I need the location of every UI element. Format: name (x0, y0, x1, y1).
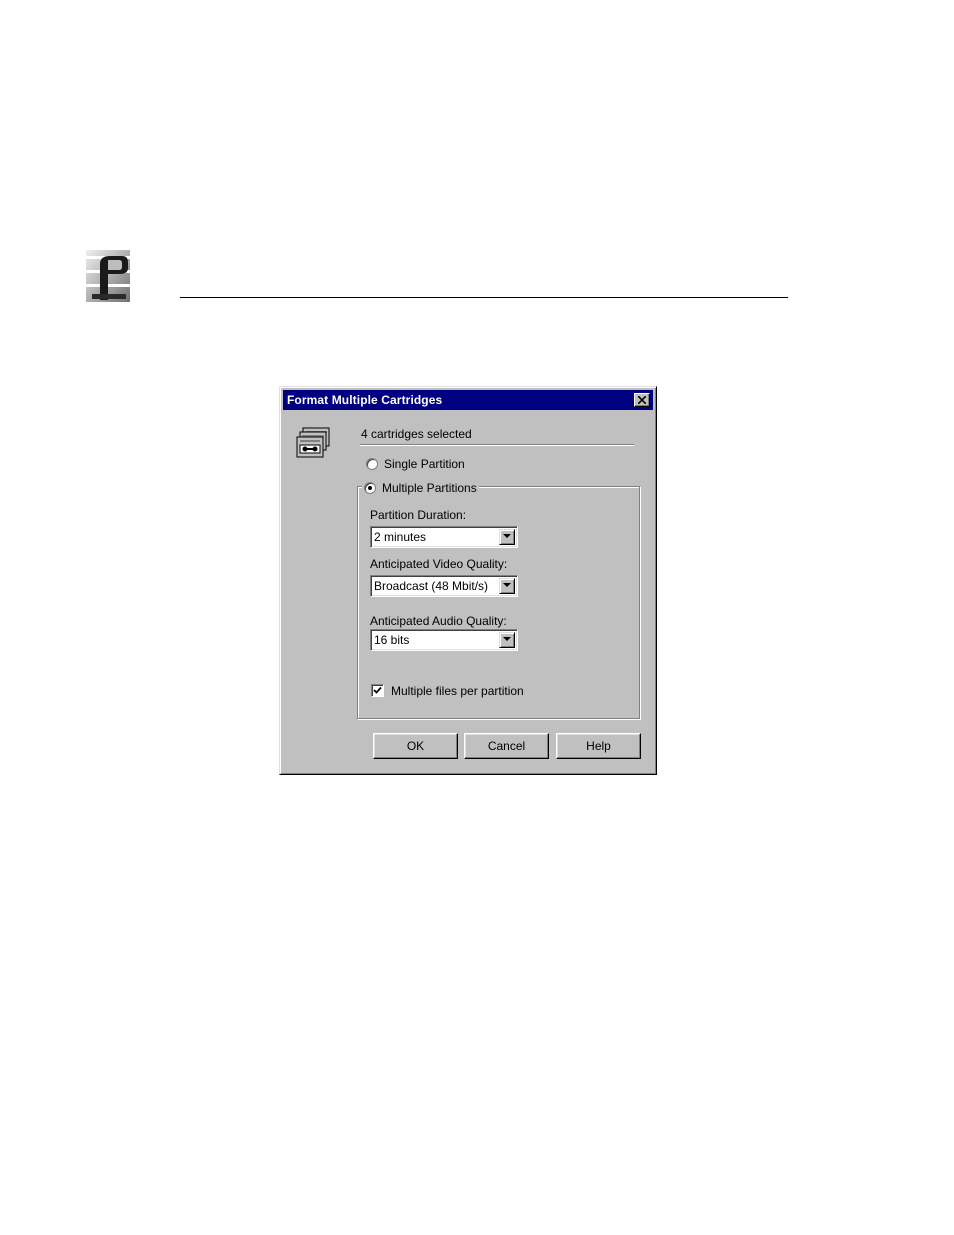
partition-duration-dropdown[interactable]: 2 minutes (370, 526, 518, 548)
multiple-files-checkbox[interactable] (371, 684, 384, 697)
cartridges-icon (296, 427, 330, 458)
video-quality-label: Anticipated Video Quality: (370, 557, 508, 571)
multiple-partitions-radio[interactable] (364, 481, 376, 494)
ok-button[interactable]: OK (373, 733, 458, 759)
dropdown-arrow-button[interactable] (499, 632, 515, 648)
single-partition-radio[interactable] (366, 458, 378, 470)
partition-duration-value: 2 minutes (374, 530, 427, 544)
title-bar[interactable]: Format Multiple Cartridges (283, 390, 653, 410)
dialog-title: Format Multiple Cartridges (287, 393, 443, 407)
video-quality-value: Broadcast (48 Mbit/s) (374, 579, 489, 593)
single-partition-label[interactable]: Single Partition (384, 457, 465, 471)
close-button[interactable] (634, 393, 650, 407)
header-rule (180, 297, 788, 298)
partition-duration-label: Partition Duration: (370, 508, 467, 522)
checkmark-icon (373, 686, 382, 694)
audio-quality-dropdown[interactable]: 16 bits (370, 629, 518, 651)
separator (360, 444, 634, 446)
selected-count-text: 4 cartridges selected (361, 427, 472, 441)
dropdown-arrow-button[interactable] (499, 578, 515, 594)
chevron-down-icon (503, 583, 511, 587)
multiple-partitions-label[interactable]: Multiple Partitions (382, 481, 477, 495)
video-quality-dropdown[interactable]: Broadcast (48 Mbit/s) (370, 575, 518, 597)
format-multiple-cartridges-dialog: Format Multiple Cartridges 4 cartridges … (279, 386, 657, 775)
multiple-partitions-option[interactable]: Multiple Partitions (362, 479, 479, 497)
dropdown-arrow-button[interactable] (499, 529, 515, 545)
audio-quality-label: Anticipated Audio Quality: (370, 614, 507, 628)
cancel-button[interactable]: Cancel (464, 733, 549, 759)
audio-quality-value: 16 bits (374, 633, 410, 647)
radio-selected-dot (368, 485, 372, 490)
chevron-down-icon (503, 534, 511, 538)
multiple-files-label[interactable]: Multiple files per partition (391, 684, 524, 698)
chevron-down-icon (503, 637, 511, 641)
help-button[interactable]: Help (556, 733, 641, 759)
company-logo-icon (86, 250, 130, 302)
close-icon (638, 396, 646, 404)
